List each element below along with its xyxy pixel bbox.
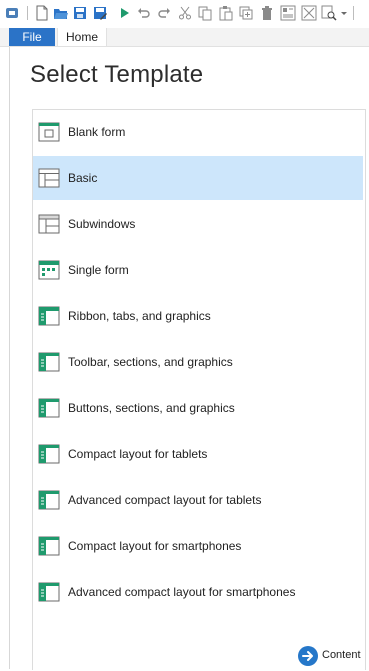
file-tab[interactable]: File [9, 28, 55, 46]
form-icon[interactable] [280, 5, 296, 21]
search-icon[interactable] [321, 5, 337, 21]
smartphone-advanced-template-icon [38, 582, 60, 602]
buttons-template-icon [38, 398, 60, 418]
cut-icon[interactable] [177, 5, 193, 21]
menu-bar: File Home [0, 28, 369, 47]
smartphone-template-icon [38, 536, 60, 556]
template-list: Blank form Basic Subwindows Single form … [32, 109, 366, 670]
settings-icon[interactable] [301, 5, 317, 21]
single-form-icon [38, 260, 60, 280]
app-icon[interactable] [4, 5, 20, 21]
template-label: Compact layout for smartphones [68, 539, 242, 553]
quick-access-toolbar [0, 0, 369, 27]
template-item-advanced-compact-smartphones[interactable]: Advanced compact layout for smartphones [33, 570, 363, 614]
template-item-ribbon-tabs-graphics[interactable]: Ribbon, tabs, and graphics [33, 294, 363, 338]
template-item-toolbar-sections-graphics[interactable]: Toolbar, sections, and graphics [33, 340, 363, 384]
template-item-compact-tablets[interactable]: Compact layout for tablets [33, 432, 363, 476]
delete-icon[interactable] [259, 5, 275, 21]
dropdown-icon[interactable] [339, 5, 349, 21]
save-icon[interactable] [72, 5, 88, 21]
run-icon[interactable] [116, 5, 132, 21]
page-title: Select Template [30, 61, 204, 88]
arrow-right-icon [298, 646, 318, 666]
copy-icon[interactable] [197, 5, 213, 21]
blank-form-icon [38, 122, 60, 142]
template-item-subwindows[interactable]: Subwindows [33, 202, 363, 246]
basic-template-icon [38, 168, 60, 188]
template-item-single-form[interactable]: Single form [33, 248, 363, 292]
template-item-blank-form[interactable]: Blank form [33, 110, 363, 154]
subwindows-template-icon [38, 214, 60, 234]
toolbar-separator [353, 6, 354, 20]
template-label: Toolbar, sections, and graphics [68, 355, 233, 369]
template-item-basic[interactable]: Basic [33, 156, 363, 200]
template-label: Blank form [68, 125, 126, 139]
toolbar-separator [27, 6, 28, 20]
undo-icon[interactable] [136, 5, 152, 21]
toolbar-template-icon [38, 352, 60, 372]
content-button-label: Content [322, 649, 361, 661]
template-label: Buttons, sections, and graphics [68, 401, 235, 415]
duplicate-icon[interactable] [238, 5, 254, 21]
paste-icon[interactable] [218, 5, 234, 21]
home-tab[interactable]: Home [57, 28, 108, 46]
template-item-compact-smartphones[interactable]: Compact layout for smartphones [33, 524, 363, 568]
ribbon-template-icon [38, 306, 60, 326]
open-icon[interactable] [53, 5, 69, 21]
template-label: Basic [68, 171, 98, 185]
template-label: Compact layout for tablets [68, 447, 208, 461]
tablet-template-icon [38, 444, 60, 464]
template-label: Advanced compact layout for smartphones [68, 585, 296, 599]
redo-icon[interactable] [156, 5, 172, 21]
template-label: Advanced compact layout for tablets [68, 493, 262, 507]
select-template-panel: Select Template Blank form Basic Subwind… [9, 47, 369, 670]
template-label: Single form [68, 263, 129, 277]
template-item-advanced-compact-tablets[interactable]: Advanced compact layout for tablets [33, 478, 363, 522]
template-item-buttons-sections-graphics[interactable]: Buttons, sections, and graphics [33, 386, 363, 430]
template-label: Ribbon, tabs, and graphics [68, 309, 211, 323]
new-icon[interactable] [34, 5, 50, 21]
tablet-advanced-template-icon [38, 490, 60, 510]
template-label: Subwindows [68, 217, 136, 231]
save-as-icon[interactable] [92, 5, 108, 21]
